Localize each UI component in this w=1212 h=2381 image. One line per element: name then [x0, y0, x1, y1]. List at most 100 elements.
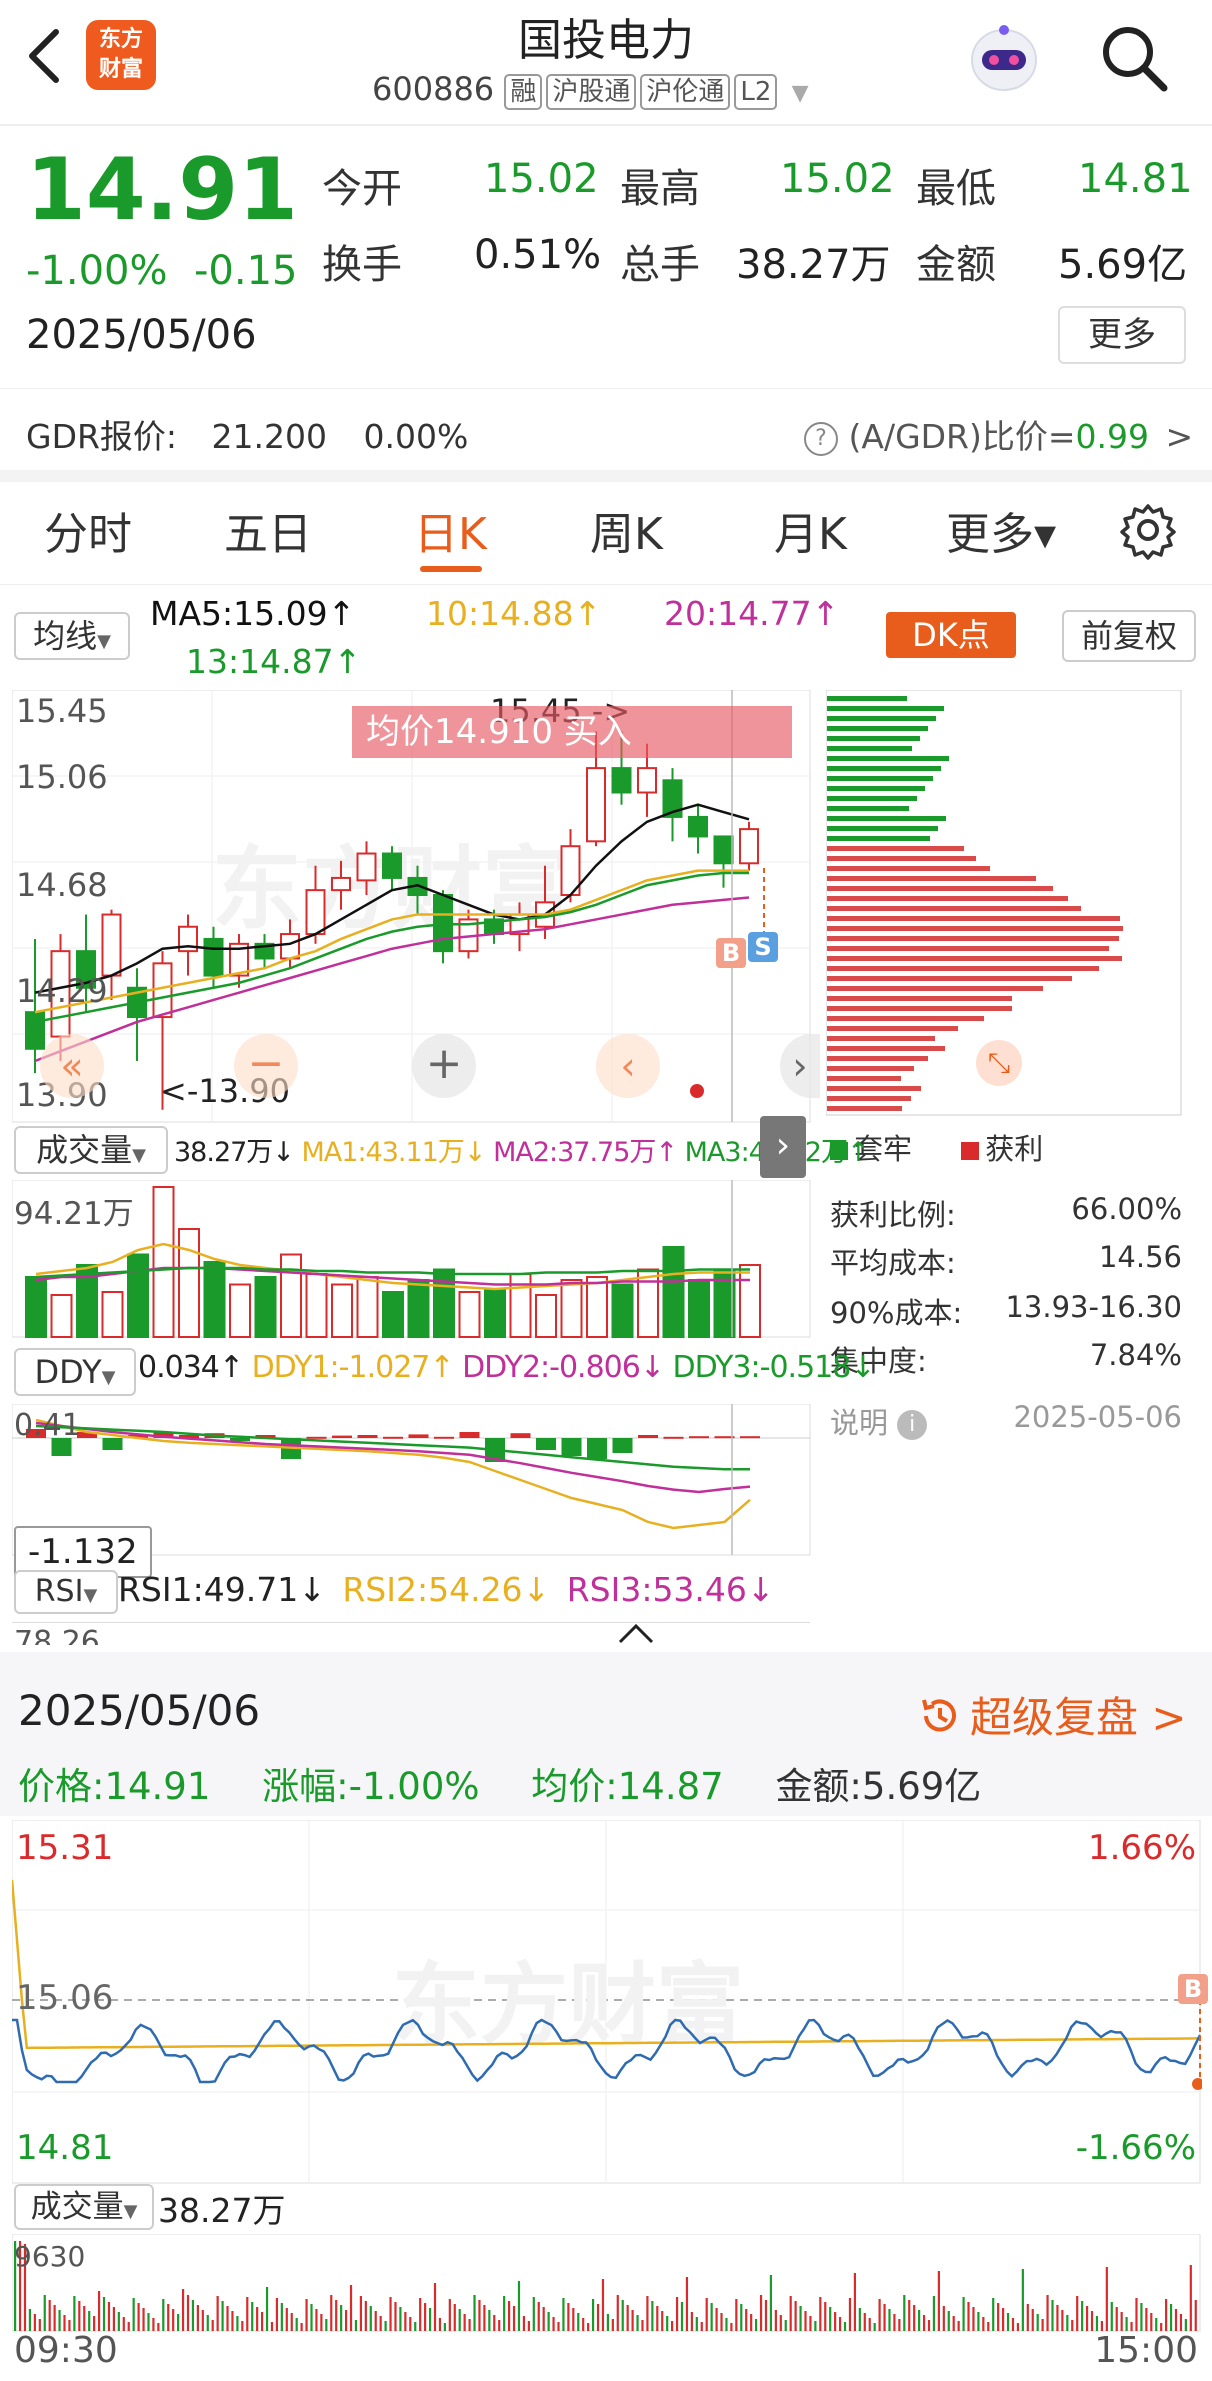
intraday-chart[interactable]: 东方财富	[12, 1820, 1202, 2184]
stat-value-open: 15.02	[484, 156, 599, 202]
chip-note-label: 说明	[830, 1406, 889, 1440]
collapse-chevron-icon[interactable]	[614, 1620, 658, 1646]
ma13-value: 13:14.87↑	[186, 642, 362, 681]
stat-value-high: 15.02	[780, 156, 895, 202]
volume-selector[interactable]: 成交量▼	[14, 1126, 168, 1174]
stat-value-turnover: 0.51%	[474, 232, 602, 278]
intraday-volume-selector-label: 成交量	[30, 2189, 124, 2225]
time-end-label: 15:00	[1094, 2330, 1198, 2371]
ddy-selector[interactable]: DDY▼	[14, 1348, 136, 1396]
avg-cost-value: 14.56	[1098, 1240, 1182, 1274]
cost-90-label: 90%成本:	[830, 1296, 963, 1330]
intraday-volume-selector[interactable]: 成交量▼	[14, 2184, 154, 2230]
volume-selector-label: 成交量	[36, 1131, 133, 1169]
robot-assistant-icon[interactable]	[962, 16, 1046, 100]
tab-monthly-k[interactable]: 月K	[774, 498, 847, 562]
search-icon[interactable]	[1098, 22, 1170, 94]
stock-code: 600886	[372, 70, 495, 108]
sell-marker[interactable]: S	[748, 932, 778, 962]
profit-ratio-value: 66.00%	[1071, 1192, 1182, 1226]
chevron-down-icon[interactable]: ▼	[792, 81, 809, 106]
rsi2-value: RSI2:54.26↓	[342, 1570, 551, 1609]
ma10-value: 10:14.88↑	[426, 594, 602, 633]
ddy1-value: DDY1:-1.027↑	[251, 1350, 455, 1385]
gdr-change: 0.00%	[363, 417, 469, 456]
clock-history-icon	[918, 1694, 962, 1748]
cost-90-value: 13.93-16.30	[1005, 1290, 1182, 1324]
chip-note-date: 2025-05-06	[1013, 1400, 1182, 1434]
tab-more[interactable]: 更多▾	[946, 498, 1056, 562]
chip-expand-icon[interactable]: ⤡	[976, 1040, 1022, 1086]
ddy-current: 0.034↑	[138, 1350, 244, 1385]
gdr-ratio-value: 0.99	[1075, 417, 1149, 456]
stock-code-row: 600886 融沪股通 沪伦通 L2 ▼	[372, 70, 809, 110]
gdr-ratio-label: (A/GDR)比价=	[848, 417, 1076, 456]
avg-cost-label: 平均成本:	[830, 1246, 956, 1280]
step-left-button[interactable]: ‹	[596, 1034, 660, 1098]
tab-intraday[interactable]: 分时	[44, 498, 132, 562]
change-amount: -0.15	[194, 248, 298, 294]
gdr-row: GDR报价: 21.200 0.00%	[26, 410, 468, 458]
intraday-avg: 均价:14.87	[531, 1765, 724, 1808]
profit-legend-label: 获利	[985, 1132, 1044, 1166]
tab-daily-k[interactable]: 日K	[414, 498, 487, 562]
gdr-label: GDR报价:	[26, 417, 178, 456]
profit-legend-swatch	[961, 1142, 980, 1160]
intraday-volume-chart	[12, 2234, 1201, 2332]
volume-ma1: MA1:43.11万↓	[301, 1137, 487, 1168]
rsi1-value: RSI1:49.71↓	[118, 1570, 326, 1609]
dk-point-label: DK点	[912, 616, 990, 654]
tab-active-indicator	[420, 566, 482, 572]
tab-five-day[interactable]: 五日	[224, 498, 312, 562]
stat-label-volume: 总手	[620, 242, 700, 288]
rsi-selector[interactable]: RSI▼	[14, 1570, 118, 1614]
buy-marker[interactable]: B	[716, 938, 746, 968]
tag-margin: 融	[504, 74, 543, 110]
intraday-bottom-price: 14.81	[16, 2128, 114, 2168]
zoom-in-button[interactable]: +	[412, 1034, 476, 1098]
gdr-ratio-row[interactable]: ? (A/GDR)比价=0.99 >	[804, 410, 1193, 458]
super-replay-link[interactable]: 超级复盘 >	[918, 1684, 1187, 1748]
time-start-label: 09:30	[14, 2330, 118, 2371]
intraday-top-pct: 1.66%	[1087, 1828, 1196, 1868]
volume-ma2: MA2:37.75万↑	[493, 1137, 678, 1168]
dk-point-button[interactable]: DK点	[886, 612, 1016, 658]
intraday-price: 价格:14.91	[18, 1765, 211, 1808]
red-dot-indicator	[690, 1084, 704, 1098]
more-button[interactable]: 更多	[1058, 306, 1186, 364]
ma-selector[interactable]: 均线▼	[14, 612, 130, 660]
intraday-top-price: 15.31	[16, 1828, 114, 1868]
info-icon[interactable]: i	[897, 1410, 928, 1440]
settings-gear-icon[interactable]	[1118, 500, 1178, 560]
pan-left-button[interactable]: «	[40, 1034, 104, 1098]
kline-ylabel-top: 15.45	[16, 692, 108, 730]
stat-value-amount: 5.69亿	[1058, 242, 1188, 288]
change-percent: -1.00%	[26, 248, 168, 294]
intraday-buy-marker-text: B	[1183, 1975, 1203, 2003]
rsi-values: RSI1:49.71↓ RSI2:54.26↓ RSI3:53.46↓	[118, 1570, 775, 1609]
tag-shhk: 沪股通	[546, 74, 637, 110]
ma5-value: MA5:15.09↑	[150, 594, 356, 633]
help-circle-icon[interactable]: ?	[804, 421, 838, 456]
intraday-date: 2025/05/06	[18, 1686, 261, 1735]
gdr-price: 21.200	[211, 417, 327, 456]
indicator-expand-button[interactable]: ›	[760, 1116, 806, 1178]
stat-label-high: 最高	[620, 166, 700, 212]
more-button-label: 更多	[1088, 315, 1156, 355]
stat-label-open: 今开	[322, 166, 402, 212]
rsi-top-label: 78.26	[14, 1625, 100, 1645]
rsi-chart-strip: 78.26	[12, 1622, 810, 1645]
intraday-change: 涨幅:-1.00%	[262, 1765, 480, 1808]
volume-current: 38.27万↓	[174, 1137, 295, 1168]
chip-note[interactable]: 说明 i	[830, 1400, 928, 1442]
intraday-buy-marker[interactable]: B	[1178, 1974, 1208, 2004]
stat-label-turnover: 换手	[322, 242, 402, 288]
zoom-out-button[interactable]: −	[234, 1034, 298, 1098]
super-replay-label: 超级复盘 >	[970, 1693, 1187, 1742]
ddy2-value: DDY2:-0.806↓	[462, 1350, 665, 1385]
avg-price-banner: 均价14.910 买入	[352, 706, 792, 758]
tab-weekly-k[interactable]: 周K	[590, 498, 663, 562]
adjust-button[interactable]: 前复权	[1062, 610, 1196, 662]
profit-ratio-label: 获利比例:	[830, 1198, 956, 1232]
concentration-value: 7.84%	[1089, 1338, 1182, 1372]
